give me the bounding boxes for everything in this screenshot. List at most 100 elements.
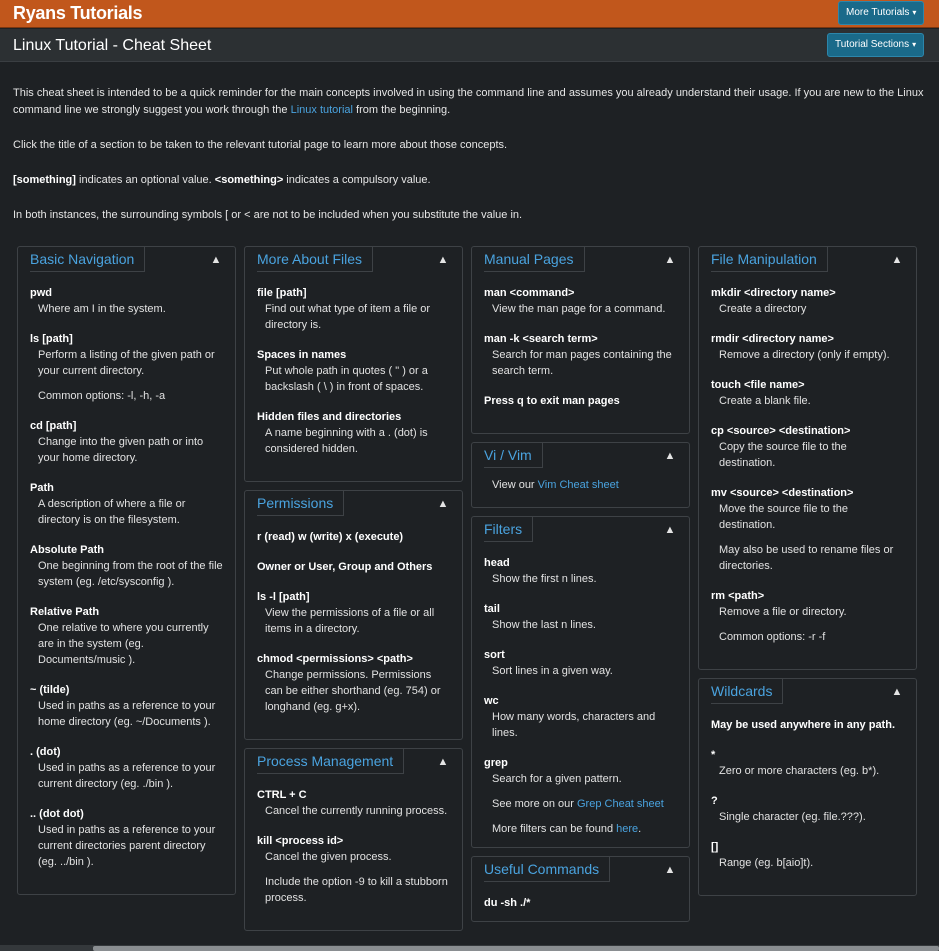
intro-text: This cheat sheet is intended to be a qui… bbox=[13, 85, 925, 242]
command-description: View the permissions of a file or all it… bbox=[265, 607, 435, 635]
list-item: man <command> View the man page for a com… bbox=[484, 285, 677, 317]
caret-down-icon: ▾ bbox=[912, 40, 917, 49]
command-term: . (dot) bbox=[30, 746, 61, 758]
list-item: mv <source> <destination> Move the source… bbox=[711, 485, 904, 574]
command-description: View the man page for a command. bbox=[492, 303, 666, 315]
vim-text: View our Vim Cheat sheet bbox=[492, 479, 619, 491]
brand-logo[interactable]: Ryans Tutorials bbox=[13, 3, 143, 24]
panel-title-basic-navigation[interactable]: Basic Navigation bbox=[30, 247, 146, 272]
command-term: May be used anywhere in any path. bbox=[711, 719, 895, 731]
list-item: rm <path> Remove a file or directory. Comm… bbox=[711, 588, 904, 645]
column-3: Manual Pages ▲ man <command> View the man… bbox=[471, 246, 690, 930]
list-item: rmdir <directory name> Remove a directory… bbox=[711, 331, 904, 363]
tutorial-sections-label: Tutorial Sections bbox=[835, 39, 910, 50]
command-description: How many words, characters and lines. bbox=[492, 711, 656, 739]
more-filters-link[interactable]: here bbox=[616, 823, 638, 835]
command-note: Common options: -r -f bbox=[719, 631, 826, 643]
list-item: .. (dot dot) Used in paths as a reference… bbox=[30, 806, 223, 870]
panel-title-more-about-files[interactable]: More About Files bbox=[257, 247, 374, 272]
panel-title-manual-pages[interactable]: Manual Pages bbox=[484, 247, 585, 272]
command-term: chmod <permissions> <path> bbox=[257, 653, 413, 665]
command-term: ~ (tilde) bbox=[30, 684, 70, 696]
command-description: Put whole path in quotes ( " ) or a back… bbox=[265, 365, 428, 393]
scrollbar-thumb[interactable] bbox=[93, 946, 939, 951]
list-item: r (read) w (write) x (execute) bbox=[257, 529, 450, 545]
panel-title-useful-commands[interactable]: Useful Commands bbox=[484, 857, 611, 882]
chevron-up-icon[interactable]: ▲ bbox=[209, 253, 223, 267]
command-description: Search for man pages containing the sear… bbox=[492, 349, 672, 377]
command-description: Search for a given pattern. bbox=[492, 773, 622, 785]
chevron-up-icon[interactable]: ▲ bbox=[436, 497, 450, 511]
command-description: Sort lines in a given way. bbox=[492, 665, 613, 677]
command-term: pwd bbox=[30, 287, 52, 299]
chevron-up-icon[interactable]: ▲ bbox=[890, 253, 904, 267]
command-term: mkdir <directory name> bbox=[711, 287, 836, 299]
command-term: sort bbox=[484, 649, 505, 661]
list-item: May be used anywhere in any path. bbox=[711, 717, 904, 733]
panel-title-permissions[interactable]: Permissions bbox=[257, 491, 345, 516]
list-item: Owner or User, Group and Others bbox=[257, 559, 450, 575]
list-item: Press q to exit man pages bbox=[484, 393, 677, 409]
list-item: Path A description of where a file or dir… bbox=[30, 480, 223, 528]
panel-process-management: Process Management ▲ CTRL + C Cancel the … bbox=[244, 748, 463, 931]
list-item: ls -l [path] View the permissions of a fi… bbox=[257, 589, 450, 637]
list-item: CTRL + C Cancel the currently running pro… bbox=[257, 787, 450, 819]
command-term: r (read) w (write) x (execute) bbox=[257, 531, 404, 543]
more-tutorials-button[interactable]: More Tutorials ▾ bbox=[838, 1, 925, 25]
intro-paragraph-1: This cheat sheet is intended to be a qui… bbox=[13, 87, 924, 116]
command-description: Change into the given path or into your … bbox=[38, 436, 204, 464]
grep-cheat-sheet-link[interactable]: Grep Cheat sheet bbox=[577, 798, 664, 810]
command-description: Single character (eg. file.???). bbox=[719, 811, 866, 823]
command-term: rmdir <directory name> bbox=[711, 333, 834, 345]
command-description: Cancel the currently running process. bbox=[265, 805, 448, 817]
column-2: More About Files ▲ file [path] Find out w… bbox=[244, 246, 463, 939]
chevron-up-icon[interactable]: ▲ bbox=[436, 755, 450, 769]
command-description: Used in paths as a reference to your cur… bbox=[38, 824, 216, 868]
list-item: ? Single character (eg. file.???). bbox=[711, 793, 904, 825]
command-term: * bbox=[711, 749, 716, 761]
command-term: rm <path> bbox=[711, 590, 765, 602]
panel-title-file-manipulation[interactable]: File Manipulation bbox=[711, 247, 828, 272]
chevron-up-icon[interactable]: ▲ bbox=[890, 685, 904, 699]
command-term: du -sh ./* bbox=[484, 897, 531, 909]
intro-paragraph-3: [something] indicates an optional value.… bbox=[13, 174, 431, 186]
panel-title-filters[interactable]: Filters bbox=[484, 517, 534, 542]
command-term: ? bbox=[711, 795, 718, 807]
command-term: file [path] bbox=[257, 287, 307, 299]
chevron-up-icon[interactable]: ▲ bbox=[663, 863, 677, 877]
list-item: [] Range (eg. b[aio]t). bbox=[711, 839, 904, 871]
panel-title-wildcards[interactable]: Wildcards bbox=[711, 679, 784, 704]
chevron-up-icon[interactable]: ▲ bbox=[663, 253, 677, 267]
column-1: Basic Navigation ▲ pwd Where am I in the … bbox=[17, 246, 236, 903]
command-term: Spaces in names bbox=[257, 349, 347, 361]
panel-title-vi-vim[interactable]: Vi / Vim bbox=[484, 443, 543, 468]
panel-basic-navigation: Basic Navigation ▲ pwd Where am I in the … bbox=[17, 246, 236, 895]
list-item: man -k <search term> Search for man pages… bbox=[484, 331, 677, 379]
chevron-up-icon[interactable]: ▲ bbox=[436, 253, 450, 267]
list-item: ls [path] Perform a listing of the given … bbox=[30, 331, 223, 404]
list-item: ~ (tilde) Used in paths as a reference to… bbox=[30, 682, 223, 730]
chevron-up-icon[interactable]: ▲ bbox=[663, 523, 677, 537]
chevron-up-icon[interactable]: ▲ bbox=[663, 449, 677, 463]
command-note: Include the option -9 to kill a stubborn… bbox=[265, 876, 448, 904]
command-term: cp <source> <destination> bbox=[711, 425, 851, 437]
command-term: tail bbox=[484, 603, 500, 615]
command-term: kill <process id> bbox=[257, 835, 344, 847]
list-item: Absolute Path One beginning from the root… bbox=[30, 542, 223, 590]
panel-file-manipulation: File Manipulation ▲ mkdir <directory nam… bbox=[698, 246, 917, 670]
list-item: . (dot) Used in paths as a reference to y… bbox=[30, 744, 223, 792]
panel-title-process-management[interactable]: Process Management bbox=[257, 749, 405, 774]
linux-tutorial-link[interactable]: Linux tutorial bbox=[291, 104, 353, 116]
vim-cheat-sheet-link[interactable]: Vim Cheat sheet bbox=[538, 479, 619, 491]
list-item: wc How many words, characters and lines. bbox=[484, 693, 677, 741]
command-description: Zero or more characters (eg. b*). bbox=[719, 765, 880, 777]
command-description: A name beginning with a . (dot) is consi… bbox=[265, 427, 428, 455]
top-bar: Ryans Tutorials More Tutorials ▾ bbox=[0, 0, 939, 28]
page-title: Linux Tutorial - Cheat Sheet bbox=[13, 37, 212, 54]
command-term: Hidden files and directories bbox=[257, 411, 402, 423]
command-term: grep bbox=[484, 757, 508, 769]
tutorial-sections-button[interactable]: Tutorial Sections ▾ bbox=[827, 33, 925, 57]
intro-paragraph-2: Click the title of a section to be taken… bbox=[13, 139, 508, 151]
panel-manual-pages: Manual Pages ▲ man <command> View the man… bbox=[471, 246, 690, 434]
list-item: Spaces in names Put whole path in quotes … bbox=[257, 347, 450, 395]
